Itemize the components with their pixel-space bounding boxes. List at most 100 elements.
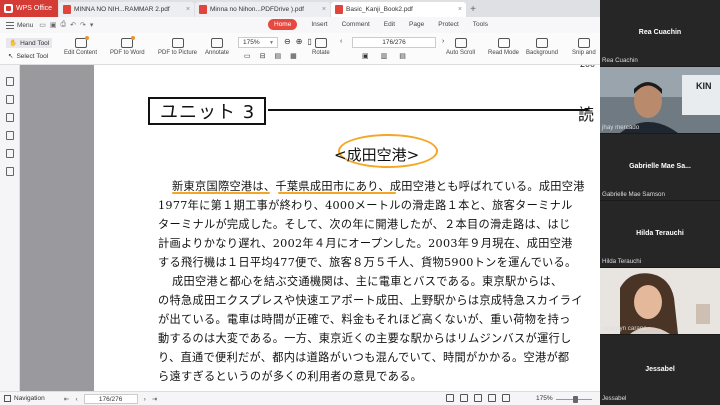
pdf-to-word-button[interactable]: PDF to Word [110,36,145,56]
background-button[interactable]: Background [526,38,558,56]
comment-icon[interactable] [6,113,14,122]
page-view-controls: ▣ ▥ ▤ [362,52,406,60]
menu-bar: Menu ▭ ▣ ⎙ ↶ ↷ ▾ Home Insert Comment Edi… [0,17,600,33]
read-mode-status-icon[interactable] [488,394,496,402]
continuous-mode-icon[interactable] [474,394,482,402]
participant-title: Rea Cuachin [638,29,682,36]
select-tool-button[interactable]: ↖ Select Tool [8,52,48,61]
quick-access-tools: ▭ ▣ ⎙ ↶ ↷ ▾ [39,21,93,29]
previous-page-icon[interactable]: ‹ [340,38,342,45]
tab-insert[interactable]: Insert [311,21,327,28]
participant-title: Jessabel [645,366,675,373]
main-menu-button[interactable]: Menu [6,21,33,29]
video-call-panel: Rea Cuachin Rea Cuachin KIN jhay mercado… [600,0,720,405]
snip-button[interactable]: Snip and [572,38,596,56]
rotate-button[interactable]: Rotate [312,38,330,56]
close-tab-icon[interactable]: × [186,6,190,13]
navigation-icon [4,395,11,402]
undo-icon[interactable]: ↶ [70,21,76,29]
participant-name: Hilda Terauchi [602,258,642,265]
fit-width-icon[interactable]: ⊟ [260,52,266,60]
document-viewport[interactable]: 200 ユニット 3 読 <成田空港> 新東京国際空港は、千葉県成田市にあり、成… [20,65,600,391]
hand-tool-button[interactable]: ✋ Hand Tool [6,38,53,48]
participant-tile-video[interactable]: KIN jhay mercado [600,67,720,133]
continuous-view-icon[interactable]: ▤ [399,52,406,60]
attachment-icon[interactable] [6,131,14,140]
next-page-status-icon[interactable]: › [144,396,146,403]
participant-tile[interactable]: Jessabel Jessabel [600,335,720,405]
annotate-button[interactable]: Annotate [205,38,229,56]
participant-tile[interactable]: Hilda Terauchi Hilda Terauchi [600,201,720,267]
zoom-value: 175% [243,39,260,46]
actual-size-icon[interactable]: ▭ [244,52,251,60]
close-tab-icon[interactable]: × [458,6,462,13]
save-icon[interactable]: ▣ [50,21,57,29]
navigation-label: Navigation [14,395,45,402]
tab-protect[interactable]: Protect [438,21,459,28]
cut-off-text: 200 [580,65,595,69]
zoom-in-icon[interactable]: ⊕ [296,37,303,46]
double-view-icon[interactable]: ▥ [381,52,388,60]
page-number-input[interactable]: 176/276 [352,37,436,48]
tab-page[interactable]: Page [409,21,424,28]
next-page-icon[interactable]: › [442,38,444,45]
tab-home[interactable]: Home [268,19,298,30]
redo-icon[interactable]: ↷ [80,21,86,29]
print-icon[interactable]: ⎙ [61,21,67,29]
chevron-down-icon: ▼ [269,39,274,46]
participant-tile[interactable]: Gabrielle Mae Sa... Gabrielle Mae Samson [600,134,720,200]
open-file-icon[interactable]: ▭ [39,21,46,29]
navigation-toggle[interactable]: Navigation [4,395,45,402]
participant-tile[interactable]: Rea Cuachin Rea Cuachin [600,0,720,66]
thumbnail-icon[interactable]: ▦ [290,52,297,60]
first-page-icon[interactable]: ⇤ [64,395,69,403]
read-mode-icon [497,38,510,48]
prev-page-icon[interactable]: ‹ [75,396,77,403]
tab-tools[interactable]: Tools [473,21,488,28]
tab-label: Basic_Kanji_Book2.pdf [346,6,413,13]
tab-comment[interactable]: Comment [342,21,370,28]
last-page-icon[interactable]: ⇥ [152,395,157,403]
participant-name: Gabrielle Mae Samson [602,191,665,198]
read-mode-button[interactable]: Read Mode [488,38,519,56]
auto-scroll-button[interactable]: Auto Scroll [446,38,475,56]
search-panel-icon[interactable] [6,167,14,176]
single-page-icon[interactable]: ▤ [275,52,282,60]
thumbnail-panel-icon[interactable] [6,95,14,104]
wps-home-tab[interactable]: WPS Office [0,0,58,17]
bookmark-icon[interactable] [6,77,14,86]
participant-tile-video[interactable]: caseylyn carane [600,268,720,334]
text-line: が出ている。電車は時間が正確で、料金もそれほど高くないが、重い荷物を持っ [158,313,571,326]
more-tools-icon[interactable]: ▾ [90,21,94,29]
single-page-mode-icon[interactable] [446,394,454,402]
text-line: する飛行機は１日平均477便で、旅客８万５千人、貨物5900トンを運んでいる。 [158,256,577,269]
wps-logo-icon [4,4,13,13]
new-tab-button[interactable]: + [466,2,480,17]
unit-heading: ユニット 3 [148,97,266,125]
single-view-icon[interactable]: ▣ [362,52,369,60]
zoom-slider-handle[interactable] [573,396,578,403]
participant-title: Gabrielle Mae Sa... [629,163,691,170]
document-tab[interactable]: Minna no Nihon...PDFDrive ).pdf × [195,2,330,17]
document-tab[interactable]: MINNA NO NIH...RAMMAR 2.pdf × [59,2,194,17]
pdf-to-word-label: PDF to Word [110,50,145,56]
fullscreen-icon[interactable] [502,394,510,402]
rotate-icon [314,38,327,48]
pdf-file-icon [63,5,71,14]
annotation-underline [278,192,396,194]
pdf-to-picture-button[interactable]: PDF to Picture [158,38,197,56]
text-line: 1977年に第１期工事が終わり、4000メートルの滑走路１本と、旅客ターミナル [158,199,573,212]
edit-content-button[interactable]: Edit Content [64,36,97,56]
status-page-input[interactable]: 176/276 [83,394,138,404]
text-line: 成田空港と都心を結ぶ交通機関は、主に電車とバスである。東京駅からは、 [172,275,563,288]
zoom-out-icon[interactable]: ⊖ [284,37,291,46]
auto-scroll-icon [454,38,467,48]
participant-name: jhay mercado [602,124,640,131]
tab-edit[interactable]: Edit [384,21,395,28]
document-tab-active[interactable]: Basic_Kanji_Book2.pdf × [331,2,466,17]
close-tab-icon[interactable]: × [322,6,326,13]
text-line: の特急成田エクスプレスや快速エアポート成田、上野駅からは京成特急スカイライ [158,294,583,307]
two-page-mode-icon[interactable] [460,394,468,402]
signature-icon[interactable] [6,149,14,158]
zoom-select[interactable]: 175% ▼ [238,37,278,48]
